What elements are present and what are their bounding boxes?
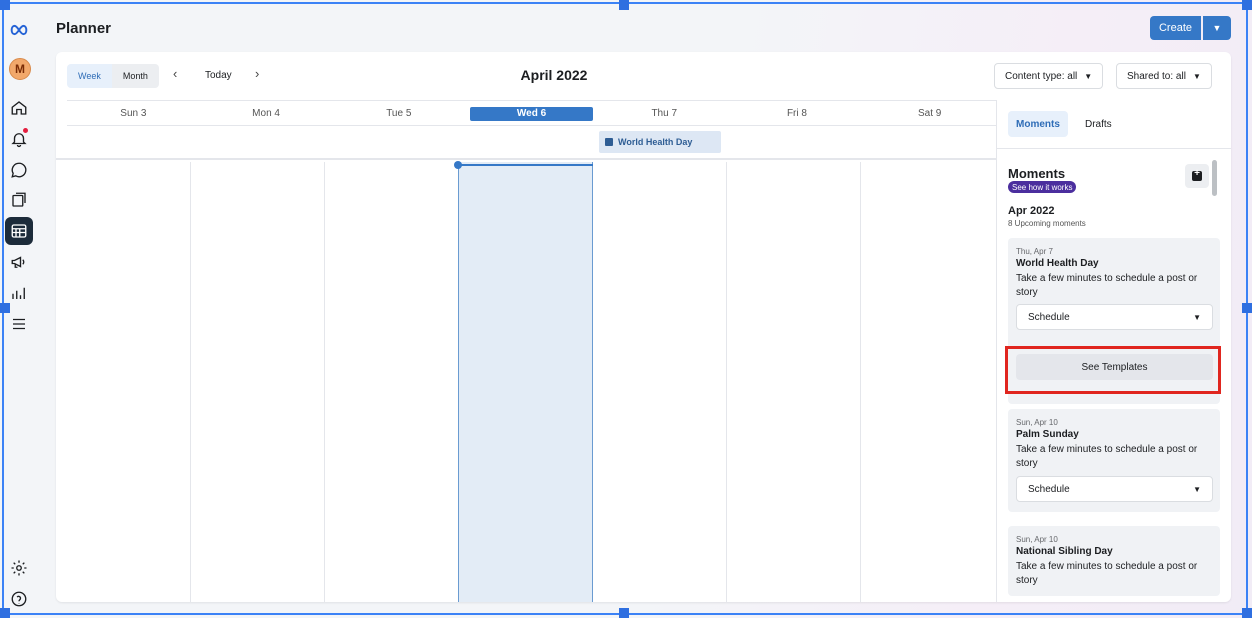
resize-handle[interactable] (1242, 303, 1252, 313)
moment-name: World Health Day (1016, 258, 1099, 269)
schedule-label: Schedule (1028, 483, 1070, 495)
moment-description: Take a few minutes to schedule a post or… (1016, 561, 1198, 586)
app-window: M Planner Create ▼ Week Month ‹ Today › … (0, 0, 1252, 618)
moment-description: Take a few minutes to schedule a post or… (1016, 273, 1198, 298)
messages-icon[interactable] (5, 156, 33, 184)
day-header[interactable]: Sun 3 (67, 101, 200, 126)
day-column[interactable] (190, 162, 324, 602)
page-title: Planner (56, 20, 112, 37)
tab-drafts[interactable]: Drafts (1077, 111, 1120, 137)
settings-icon[interactable] (5, 554, 33, 582)
content-type-filter[interactable]: Content type: all ▼ (994, 63, 1104, 89)
month-heading: Apr 2022 (1008, 205, 1055, 217)
shared-to-label: Shared to: all (1127, 70, 1186, 82)
planner-toolbar: Week Month ‹ Today › April 2022 Content … (56, 52, 1231, 100)
see-how-it-works-badge[interactable]: See how it works (1008, 181, 1077, 193)
ads-icon[interactable] (5, 248, 33, 276)
caret-down-icon: ▼ (1192, 71, 1201, 81)
resize-handle[interactable] (0, 608, 10, 618)
notifications-icon[interactable] (5, 125, 33, 153)
schedule-select[interactable]: Schedule ▼ (1016, 304, 1213, 330)
caret-down-icon: ▼ (1193, 312, 1201, 322)
home-icon[interactable] (5, 94, 33, 122)
time-grid[interactable] (56, 161, 996, 602)
day-column[interactable] (860, 162, 994, 602)
previous-week-button[interactable]: ‹ (173, 66, 177, 81)
scrollbar[interactable] (1212, 160, 1217, 196)
content-type-label: Content type: all (1005, 70, 1078, 82)
schedule-select[interactable]: Schedule ▼ (1016, 476, 1213, 502)
day-header[interactable]: Thu 7 (598, 101, 731, 126)
see-templates-button[interactable]: See Templates (1016, 354, 1213, 380)
week-calendar: Sun 3 Mon 4 Tue 5 Wed 6 Thu 7 Fri 8 Sat … (56, 100, 996, 602)
schedule-label: Schedule (1028, 311, 1070, 323)
panel-heading: Moments (1008, 166, 1066, 181)
day-header[interactable]: Fri 8 (731, 101, 864, 126)
moment-card: Sun, Apr 10 Palm Sunday Take a few minut… (1008, 409, 1220, 512)
moments-panel: Moments Drafts Moments See how it works … (996, 100, 1231, 602)
day-header[interactable]: Sat 9 (863, 101, 996, 126)
view-toggle: Week Month (67, 64, 159, 88)
day-column[interactable] (324, 162, 458, 602)
planner-icon[interactable] (5, 217, 33, 245)
current-time-line (458, 164, 593, 166)
resize-handle[interactable] (1242, 608, 1252, 618)
planner-card: Week Month ‹ Today › April 2022 Content … (56, 52, 1231, 602)
create-dropdown-button[interactable]: ▼ (1203, 16, 1231, 40)
today-button[interactable]: Today (205, 70, 232, 81)
divider (997, 148, 1231, 149)
resize-handle[interactable] (1242, 0, 1252, 10)
moment-description: Take a few minutes to schedule a post or… (1016, 444, 1198, 469)
calendar-icon (605, 138, 613, 146)
resize-handle[interactable] (0, 303, 10, 313)
add-moment-button[interactable] (1185, 164, 1209, 188)
moment-name: Palm Sunday (1016, 429, 1079, 440)
day-header-current[interactable]: Wed 6 (465, 101, 598, 126)
caret-down-icon: ▼ (1084, 71, 1093, 81)
shared-to-filter[interactable]: Shared to: all ▼ (1116, 63, 1212, 89)
all-day-event[interactable]: World Health Day (599, 131, 721, 153)
notification-dot (23, 128, 28, 133)
day-column-current[interactable] (458, 162, 593, 602)
day-column[interactable] (726, 162, 860, 602)
month-view-button[interactable]: Month (111, 64, 159, 88)
chevron-right-icon: › (255, 66, 260, 81)
upcoming-count: 8 Upcoming moments (1008, 219, 1086, 228)
all-day-row: World Health Day (56, 127, 996, 160)
moment-card: Sun, Apr 10 National Sibling Day Take a … (1008, 526, 1220, 596)
create-button[interactable]: Create (1150, 16, 1201, 40)
current-time-dot (454, 161, 462, 169)
caret-down-icon: ▼ (1193, 484, 1201, 494)
week-view-button[interactable]: Week (67, 64, 112, 88)
day-header[interactable]: Mon 4 (200, 101, 333, 126)
add-icon (1192, 168, 1202, 181)
day-header-row: Sun 3 Mon 4 Tue 5 Wed 6 Thu 7 Fri 8 Sat … (67, 100, 996, 126)
day-header[interactable]: Tue 5 (332, 101, 465, 126)
tab-moments[interactable]: Moments (1008, 111, 1068, 137)
chevron-down-icon: ▼ (1212, 23, 1222, 33)
menu-icon[interactable] (5, 310, 33, 338)
meta-logo-icon[interactable] (5, 16, 33, 44)
moment-card: Thu, Apr 7 World Health Day Take a few m… (1008, 238, 1220, 404)
moment-date: Sun, Apr 10 (1016, 535, 1058, 544)
content-icon[interactable] (5, 186, 33, 214)
moment-date: Sun, Apr 10 (1016, 418, 1058, 427)
resize-handle[interactable] (619, 608, 629, 618)
next-week-button[interactable]: › (255, 66, 259, 81)
moment-date: Thu, Apr 7 (1016, 247, 1053, 256)
resize-handle[interactable] (619, 0, 629, 10)
event-label: World Health Day (618, 137, 693, 147)
avatar[interactable]: M (9, 58, 31, 80)
resize-handle[interactable] (0, 0, 10, 10)
chevron-left-icon: ‹ (173, 66, 178, 81)
period-title: April 2022 (520, 67, 588, 83)
moment-name: National Sibling Day (1016, 546, 1113, 557)
